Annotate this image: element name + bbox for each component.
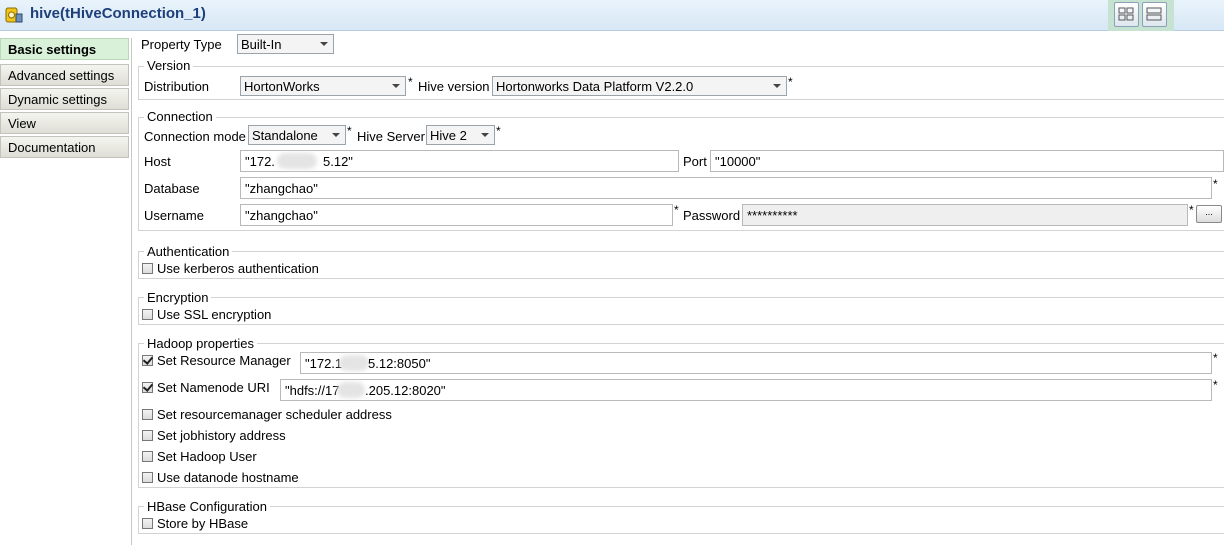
property-type-label: Property Type (141, 37, 222, 52)
required-mark: * (1213, 378, 1218, 392)
username-value: "zhangchao" (245, 208, 318, 223)
stacked-view-icon[interactable] (1142, 2, 1167, 27)
hadoop-user-label: Set Hadoop User (157, 449, 257, 464)
jobhistory-address-checkbox[interactable] (142, 430, 153, 441)
resource-manager-checkbox[interactable] (142, 355, 153, 366)
window-title: hive(tHiveConnection_1) (30, 5, 206, 22)
namenode-uri-checkbox[interactable] (142, 382, 153, 393)
ssl-checkbox[interactable] (142, 309, 153, 320)
connection-mode-label: Connection mode (144, 129, 246, 144)
namenode-uri-label: Set Namenode URI (157, 380, 270, 395)
ssl-label: Use SSL encryption (157, 307, 272, 322)
scheduler-address-label: Set resourcemanager scheduler address (157, 407, 392, 422)
hive-version-label: Hive version (418, 79, 490, 94)
hive-version-value: Hortonworks Data Platform V2.2.0 (496, 79, 694, 94)
port-value: "10000" (715, 154, 761, 169)
password-label: Password (683, 208, 741, 223)
property-type-dropdown[interactable]: Built-In (237, 34, 334, 54)
jobhistory-address-label: Set jobhistory address (157, 428, 286, 443)
authentication-group-title: Authentication (144, 244, 233, 259)
kerberos-checkbox[interactable] (142, 263, 153, 274)
resource-manager-value-end: 5.12:8050" (368, 356, 431, 371)
host-value-start: "172. (245, 154, 275, 169)
hive-component-icon (5, 7, 23, 23)
chevron-down-icon (478, 128, 492, 142)
required-mark: * (788, 75, 793, 89)
distribution-value: HortonWorks (244, 79, 320, 94)
hbase-configuration-group (138, 506, 1224, 534)
hadoop-user-checkbox[interactable] (142, 451, 153, 462)
sidebar-item-advanced-settings[interactable]: Advanced settings (0, 64, 129, 86)
host-label: Host (144, 154, 171, 169)
scheduler-address-checkbox[interactable] (142, 409, 153, 420)
required-mark: * (1213, 351, 1218, 365)
resource-manager-label: Set Resource Manager (157, 353, 291, 368)
password-input[interactable]: ********** (742, 204, 1188, 226)
username-input[interactable]: "zhangchao" (240, 204, 673, 226)
connection-mode-value: Standalone (252, 128, 318, 143)
host-value-end: 5.12" (323, 154, 353, 169)
database-label: Database (144, 181, 200, 196)
store-by-hbase-checkbox[interactable] (142, 518, 153, 529)
database-input[interactable]: "zhangchao" (240, 177, 1212, 199)
redacted-area (339, 355, 369, 371)
sidebar-item-basic-settings[interactable]: Basic settings (0, 38, 129, 60)
hive-server-value: Hive 2 (430, 128, 467, 143)
chevron-down-icon (389, 79, 403, 93)
required-mark: * (1189, 203, 1194, 217)
hive-server-dropdown[interactable]: Hive 2 (426, 125, 495, 145)
distribution-label: Distribution (144, 79, 210, 94)
database-value: "zhangchao" (245, 181, 318, 196)
hive-server-label: Hive Server (357, 129, 425, 144)
sidebar-item-documentation[interactable]: Documentation (0, 136, 129, 158)
encryption-group-title: Encryption (144, 290, 212, 305)
resource-manager-input[interactable]: "172.1 5.12:8050" (300, 352, 1212, 374)
grid-view-icon[interactable] (1114, 2, 1139, 27)
sidebar-item-dynamic-settings[interactable]: Dynamic settings (0, 88, 129, 110)
property-type-value: Built-In (241, 37, 282, 52)
chevron-down-icon (329, 128, 343, 142)
required-mark: * (347, 124, 352, 138)
redacted-area (277, 153, 317, 169)
chevron-down-icon (770, 79, 784, 93)
required-mark: * (1213, 177, 1218, 191)
port-input[interactable]: "10000" (710, 150, 1224, 172)
settings-sidebar: Basic settings Advanced settings Dynamic… (0, 38, 132, 545)
connection-mode-dropdown[interactable]: Standalone (248, 125, 346, 145)
port-label: Port (683, 154, 707, 169)
required-mark: * (496, 124, 501, 138)
title-bar: hive(tHiveConnection_1) (0, 0, 1224, 31)
host-input[interactable]: "172. 5.12" (240, 150, 679, 172)
resource-manager-value-start: "172.1 (305, 356, 343, 371)
store-by-hbase-label: Store by HBase (157, 516, 249, 531)
datanode-hostname-label: Use datanode hostname (157, 470, 299, 485)
namenode-uri-input[interactable]: "hdfs://17 .205.12:8020" (280, 379, 1212, 401)
edit-password-button[interactable]: ... (1196, 205, 1222, 223)
hive-version-dropdown[interactable]: Hortonworks Data Platform V2.2.0 (492, 76, 787, 96)
sidebar-item-view[interactable]: View (0, 112, 129, 134)
redacted-area (337, 382, 365, 398)
kerberos-label: Use kerberos authentication (157, 261, 319, 276)
distribution-dropdown[interactable]: HortonWorks (240, 76, 406, 96)
datanode-hostname-checkbox[interactable] (142, 472, 153, 483)
username-label: Username (144, 208, 204, 223)
required-mark: * (674, 203, 679, 217)
password-value: ********** (747, 208, 798, 223)
namenode-uri-value-start: "hdfs://17 (285, 383, 340, 398)
encryption-group (138, 297, 1224, 325)
hadoop-properties-group-title: Hadoop properties (144, 336, 257, 351)
connection-group-title: Connection (144, 109, 216, 124)
required-mark: * (408, 75, 413, 89)
chevron-down-icon (317, 37, 331, 51)
namenode-uri-value-end: .205.12:8020" (365, 383, 446, 398)
hbase-configuration-group-title: HBase Configuration (144, 499, 270, 514)
version-group-title: Version (144, 58, 194, 73)
